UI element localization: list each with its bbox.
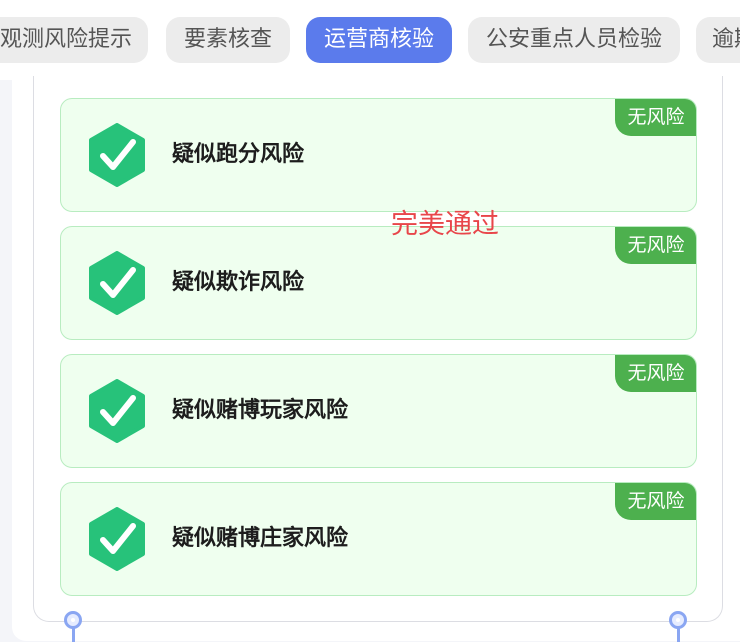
risk-card: 疑似跑分风险 无风险: [60, 98, 697, 212]
tab-carrier-verification[interactable]: 运营商核验: [306, 17, 452, 63]
check-hexagon-icon: [89, 251, 145, 315]
no-risk-badge: 无风险: [615, 227, 696, 264]
risk-title: 疑似赌博庄家风险: [172, 526, 349, 551]
no-risk-badge: 无风险: [615, 483, 696, 520]
risk-card: 疑似赌博玩家风险 无风险: [60, 354, 697, 468]
check-hexagon-icon: [89, 379, 145, 443]
no-risk-badge: 无风险: [615, 355, 696, 392]
risk-title: 疑似跑分风险: [172, 142, 305, 167]
binder-ring-right: [669, 611, 687, 629]
check-hexagon-icon: [89, 123, 145, 187]
binder-ring-stem-right: [677, 628, 680, 642]
binder-ring-stem-left: [72, 628, 75, 642]
no-risk-badge: 无风险: [615, 99, 696, 136]
risk-card: 疑似欺诈风险 无风险: [60, 226, 697, 340]
check-hexagon-icon: [89, 507, 145, 571]
risk-title: 疑似赌博玩家风险: [172, 398, 349, 423]
risk-title: 疑似欺诈风险: [172, 270, 305, 295]
tab-overdue[interactable]: 逾期: [696, 17, 740, 63]
tab-element-check[interactable]: 要素核查: [166, 17, 290, 63]
tab-strip: 观测风险提示 要素核查 运营商核验 公安重点人员检验 逾期: [0, 0, 740, 80]
pass-watermark: 完美通过: [391, 209, 499, 240]
tab-police-key-person-check[interactable]: 公安重点人员检验: [468, 17, 680, 63]
risk-card: 疑似赌博庄家风险 无风险: [60, 482, 697, 596]
tab-observed-risk-tips[interactable]: 观测风险提示: [0, 17, 148, 63]
binder-ring-left: [64, 611, 82, 629]
